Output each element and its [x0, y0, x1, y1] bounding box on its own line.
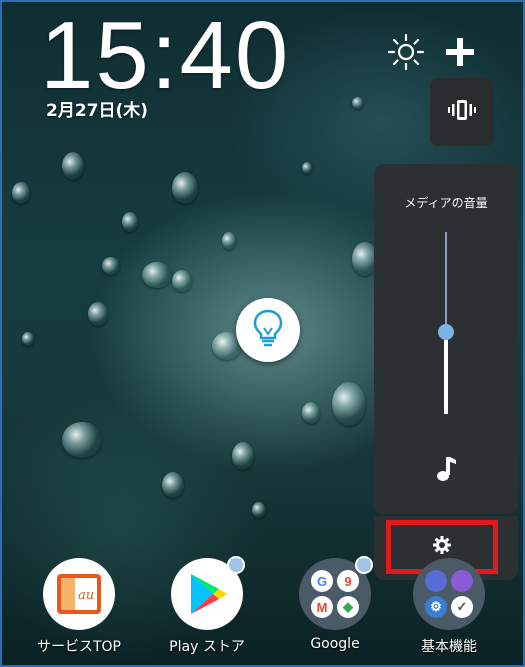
google-folder-icon: G 9 M ◆ [299, 556, 373, 630]
app-label-service-top: サービスTOP [36, 639, 121, 655]
notification-dot [355, 556, 373, 574]
lightbulb-icon [251, 308, 285, 352]
app-basic-functions-folder[interactable]: ⚙ ✓ 基本機能 [394, 558, 504, 656]
app-service-top[interactable]: au サービスTOP [24, 558, 134, 656]
dock: au サービスTOP Play ストア G 9 M ◆ Google ⚙ ✓ 基… [2, 556, 523, 665]
svg-text:au: au [78, 588, 94, 603]
vibrate-icon [447, 98, 477, 126]
basic-functions-folder-icon: ⚙ ✓ [413, 558, 485, 630]
add-icon[interactable] [442, 34, 478, 74]
app-play-store[interactable]: Play ストア [152, 556, 262, 656]
assistant-button[interactable] [236, 298, 300, 362]
media-volume-label: メディアの音量 [404, 196, 488, 210]
app-google-folder[interactable]: G 9 M ◆ Google [280, 556, 390, 652]
clock-time: 15:40 [40, 2, 291, 109]
slider-thumb[interactable] [438, 324, 454, 341]
app-label-google: Google [310, 636, 360, 652]
slider-track-filled [444, 332, 448, 414]
au-icon: au [43, 558, 115, 630]
slider-track-empty [445, 232, 447, 333]
lock-screen: 15:40 2月27日(木) メディアの音量 au サービスTOP Play ス… [0, 0, 525, 667]
notification-dot [227, 556, 245, 574]
top-icons [386, 32, 478, 76]
clock-date: 2月27日(木) [46, 101, 149, 121]
music-note-icon [432, 454, 460, 488]
play-store-icon [171, 556, 245, 630]
gear-icon [432, 535, 452, 559]
ringer-mode-button[interactable] [430, 78, 494, 146]
media-volume-panel: メディアの音量 [374, 164, 518, 514]
brightness-icon[interactable] [386, 32, 426, 76]
app-label-play-store: Play ストア [169, 639, 245, 655]
app-label-basic-functions: 基本機能 [421, 639, 477, 655]
